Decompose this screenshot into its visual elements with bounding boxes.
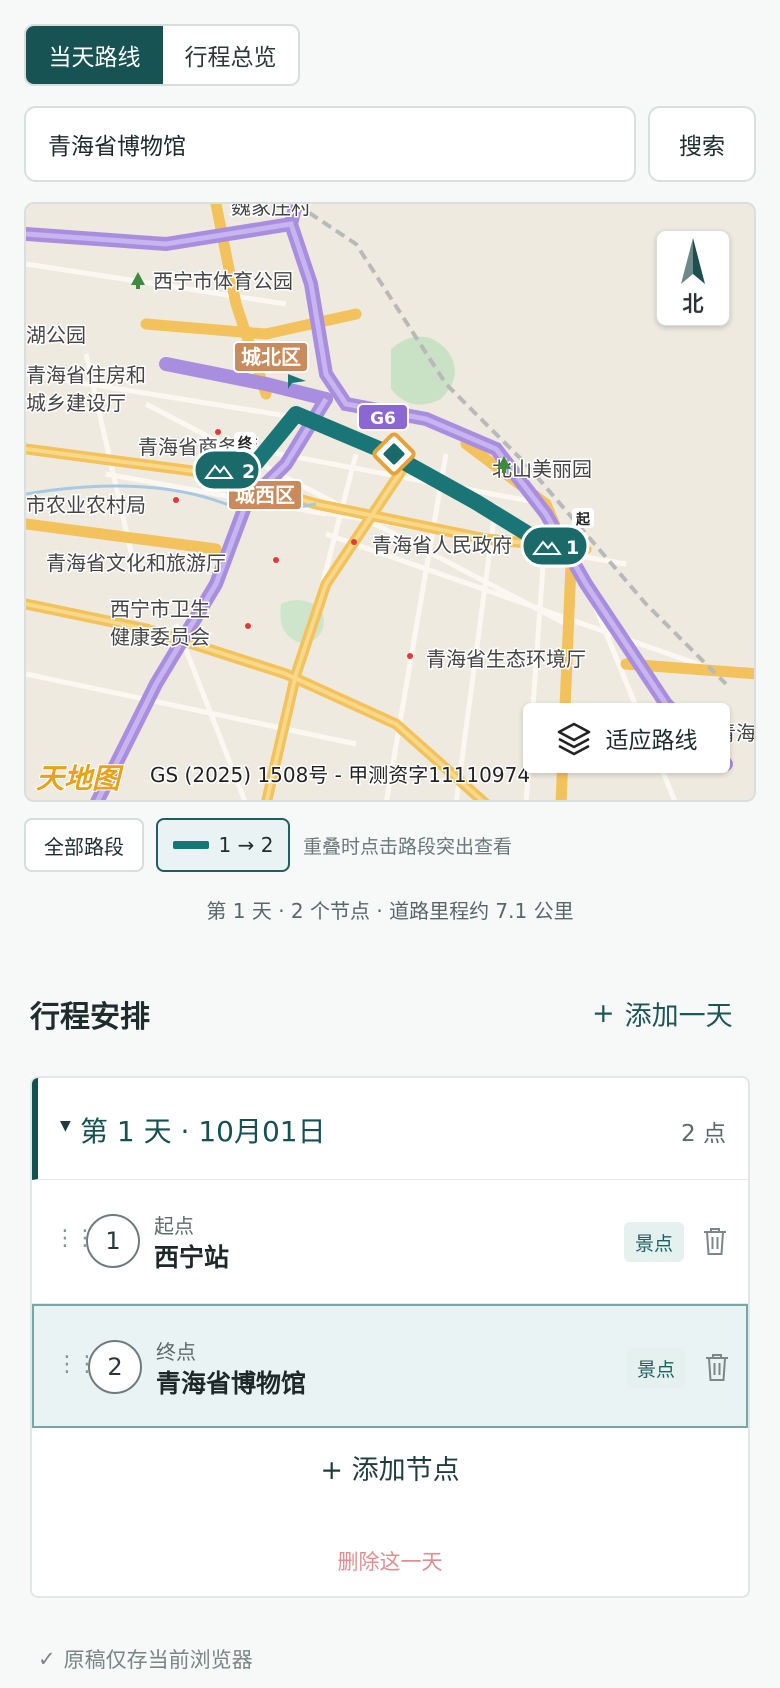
highway-shield: G6 xyxy=(370,409,396,429)
map-label: 青海省文化和旅游厅 xyxy=(46,551,226,575)
search-input[interactable]: 青海省博物馆 xyxy=(24,106,636,182)
add-day-label: 添加一天 xyxy=(624,1001,733,1032)
svg-text:起: 起 xyxy=(575,511,591,528)
caret-down-icon: ▼ xyxy=(60,1118,71,1134)
tab-overview[interactable]: 行程总览 xyxy=(163,26,298,84)
section-title: 行程安排 xyxy=(30,1000,150,1035)
map-label: 魏家庄村 xyxy=(231,204,311,219)
map-logo: 天地图 xyxy=(36,762,124,795)
map-label: 健康委员会 xyxy=(110,625,210,649)
svg-text:终: 终 xyxy=(238,435,253,452)
segment-chip[interactable]: 1 → 2 xyxy=(156,818,290,872)
stop-name: 西宁站 xyxy=(154,1243,230,1272)
plus-icon: + xyxy=(320,1455,352,1486)
plus-icon: + xyxy=(592,998,615,1029)
map-label: 城乡建设厅 xyxy=(26,391,126,415)
save-status: ✓ 原稿仅存当前浏览器 xyxy=(38,1644,253,1674)
district-badge: 城北区 xyxy=(241,345,301,369)
segment-hint: 重叠时点击路段突出查看 xyxy=(303,836,513,858)
map-label: 湖公园 xyxy=(26,323,86,347)
map-label: 青海省人民政府 xyxy=(372,533,512,557)
view-toggle: 当天路线 行程总览 xyxy=(24,24,300,86)
map-label: 青海省住房和 xyxy=(26,363,146,387)
route-summary: 第 1 天 · 2 个节点 · 道路里程约 7.1 公里 xyxy=(206,899,574,923)
map-label: 西宁市体育公园 xyxy=(153,269,293,293)
search-button[interactable]: 搜索 xyxy=(648,106,756,182)
stop-role: 起点 xyxy=(154,1214,194,1238)
day-title: 第 1 天 · 10月01日 xyxy=(80,1115,326,1148)
add-day-button[interactable]: + 添加一天 xyxy=(592,994,733,1033)
day-card: ▼ 第 1 天 · 10月01日 2 点 ⋮⋮ 1 起点 西宁站 景点 ⋮⋮ 2… xyxy=(30,1076,750,1598)
segment-chip-label: 1 → 2 xyxy=(218,833,274,857)
stop-name: 青海省博物馆 xyxy=(156,1369,307,1398)
stop-number: 2 xyxy=(88,1340,142,1394)
north-arrow-icon xyxy=(681,238,705,284)
stop-type-tag[interactable]: 景点 xyxy=(626,1348,686,1388)
add-node-label: 添加节点 xyxy=(351,1455,460,1486)
svg-text:2: 2 xyxy=(242,461,255,483)
save-status-text: 原稿仅存当前浏览器 xyxy=(63,1648,253,1672)
map-attribution: GS (2025) 1508号 - 甲测资字11110974 xyxy=(150,763,530,787)
compass-label: 北 xyxy=(682,292,704,316)
day-header[interactable]: ▼ 第 1 天 · 10月01日 2 点 xyxy=(32,1078,748,1180)
stop-item[interactable]: ⋮⋮ 1 起点 西宁站 景点 xyxy=(32,1180,748,1304)
segment-color-swatch xyxy=(172,841,209,849)
day-stop-count: 2 点 xyxy=(681,1121,726,1147)
stop-item-selected[interactable]: ⋮⋮ 2 终点 青海省博物馆 景点 xyxy=(32,1304,748,1428)
add-node-button[interactable]: + 添加节点 xyxy=(32,1448,748,1487)
stop-role: 终点 xyxy=(156,1340,196,1364)
stop-number: 1 xyxy=(86,1214,140,1268)
trash-icon[interactable] xyxy=(704,1352,730,1382)
trash-icon[interactable] xyxy=(702,1226,728,1256)
map-label: 市农业农村局 xyxy=(26,493,146,517)
delete-day-button[interactable]: 删除这一天 xyxy=(32,1546,748,1576)
compass-button[interactable]: 北 xyxy=(656,230,730,326)
check-icon: ✓ xyxy=(38,1647,56,1671)
map-label: 西宁市卫生 xyxy=(110,597,210,621)
stop-type-tag[interactable]: 景点 xyxy=(624,1222,684,1262)
layers-icon xyxy=(557,722,590,756)
fit-route-label: 适应路线 xyxy=(605,728,698,754)
tab-today-route[interactable]: 当天路线 xyxy=(26,26,163,84)
svg-text:1: 1 xyxy=(566,537,579,559)
all-segments-chip[interactable]: 全部路段 xyxy=(24,818,144,872)
map-label: 青海省生态环境厅 xyxy=(426,647,586,671)
fit-route-button[interactable]: 适应路线 xyxy=(523,703,730,773)
